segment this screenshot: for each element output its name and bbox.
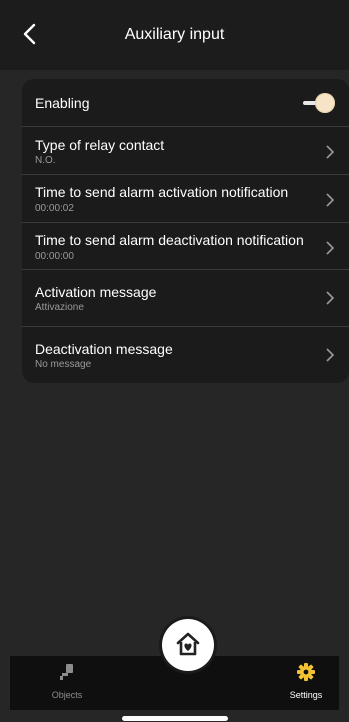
item-value: N.O. (35, 155, 56, 166)
item-label: Activation message (35, 284, 157, 300)
item-label: Deactivation message (35, 341, 173, 357)
item-value: 00:00:02 (35, 203, 74, 214)
settings-item-deactivation-time[interactable]: Time to send alarm deactivation notifica… (22, 223, 349, 270)
chevron-right-icon (326, 145, 335, 159)
settings-card: Enabling Type of relay contact N.O. Time… (22, 79, 349, 383)
settings-item-deactivation-message[interactable]: Deactivation message No message (22, 327, 349, 383)
item-value: No message (35, 359, 92, 370)
chevron-right-icon (326, 193, 335, 207)
item-label: Time to send alarm deactivation notifica… (35, 232, 304, 248)
app-header: Auxiliary input (0, 0, 349, 70)
tab-objects[interactable]: Objects (27, 656, 107, 710)
enabling-row: Enabling (22, 79, 349, 127)
home-heart-icon (176, 632, 200, 656)
home-indicator (122, 716, 228, 721)
plug-icon (60, 664, 73, 680)
chevron-right-icon (326, 291, 335, 305)
settings-item-activation-message[interactable]: Activation message Attivazione (22, 270, 349, 326)
tab-label: Objects (51, 690, 83, 700)
item-value: 00:00:00 (35, 251, 74, 262)
enabling-toggle[interactable] (301, 93, 337, 113)
item-value: Attivazione (35, 302, 84, 313)
home-button[interactable] (162, 619, 214, 671)
toggle-knob (315, 93, 335, 113)
tab-settings[interactable]: Settings (266, 656, 346, 710)
tab-label: Settings (289, 690, 323, 700)
item-label: Time to send alarm activation notificati… (35, 184, 289, 200)
enabling-label: Enabling (35, 95, 90, 111)
settings-item-relay-contact[interactable]: Type of relay contact N.O. (22, 127, 349, 174)
gear-icon (297, 663, 315, 681)
chevron-right-icon (326, 348, 335, 362)
page-title: Auxiliary input (124, 26, 225, 43)
item-label: Type of relay contact (35, 137, 165, 153)
chevron-right-icon (326, 241, 335, 255)
settings-item-activation-time[interactable]: Time to send alarm activation notificati… (22, 175, 349, 222)
